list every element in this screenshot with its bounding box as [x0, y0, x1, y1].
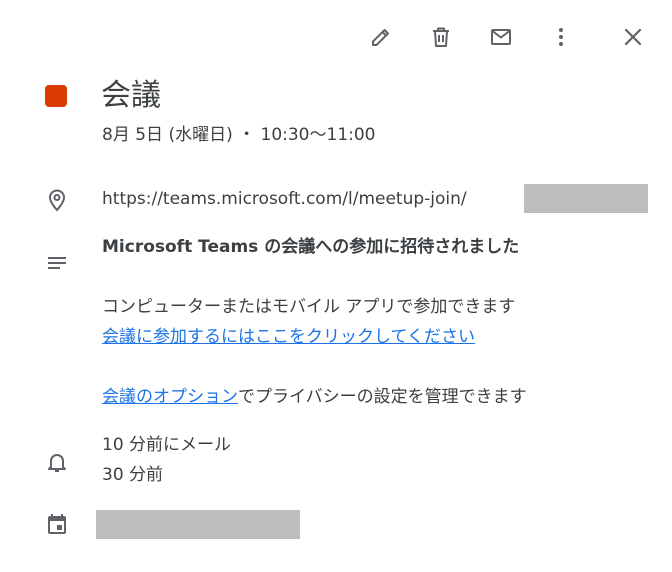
delete-event-button[interactable]	[421, 17, 461, 57]
close-button[interactable]	[613, 17, 653, 57]
description-heading: Microsoft Teams の会議への参加に招待されました	[102, 237, 520, 257]
trash-icon	[433, 27, 449, 47]
redacted-url-suffix	[524, 184, 648, 213]
location-pin-icon	[45, 188, 69, 212]
location-url-prefix: https://teams.microsoft.com/l/meetup-joi…	[102, 189, 467, 209]
redacted-calendar-name	[96, 510, 300, 539]
meeting-options-suffix: でプライバシーの設定を管理できます	[238, 387, 527, 407]
event-detail-card: 会議 8月 5日 (水曜日) ・ 10:30～11:00 https://tea…	[0, 0, 672, 572]
description-join-line: 会議に参加するにはここをクリックしてください	[102, 324, 475, 350]
close-icon	[624, 28, 642, 46]
join-meeting-link[interactable]: 会議に参加するにはここをクリックしてください	[102, 327, 475, 347]
bell-icon	[45, 450, 69, 474]
meeting-options-link[interactable]: 会議のオプション	[102, 387, 238, 407]
more-options-button[interactable]	[541, 17, 581, 57]
event-location[interactable]: https://teams.microsoft.com/l/meetup-joi…	[102, 186, 467, 212]
description-join-text: コンピューターまたはモバイル アプリで参加できます	[102, 297, 516, 317]
more-vert-icon	[559, 28, 563, 46]
description-lines-icon	[45, 252, 69, 276]
mail-icon	[491, 29, 511, 45]
edit-event-button[interactable]	[361, 17, 401, 57]
event-datetime: 8月 5日 (水曜日) ・ 10:30～11:00	[102, 125, 376, 145]
email-guests-button[interactable]	[481, 17, 521, 57]
pencil-icon	[372, 29, 389, 46]
event-title: 会議	[101, 78, 161, 113]
description-options-line: 会議のオプションでプライバシーの設定を管理できます	[102, 384, 527, 410]
event-color-indicator	[45, 85, 67, 107]
calendar-icon	[45, 512, 69, 536]
reminder-item: 30 分前	[102, 465, 164, 485]
reminder-item: 10 分前にメール	[102, 435, 232, 455]
